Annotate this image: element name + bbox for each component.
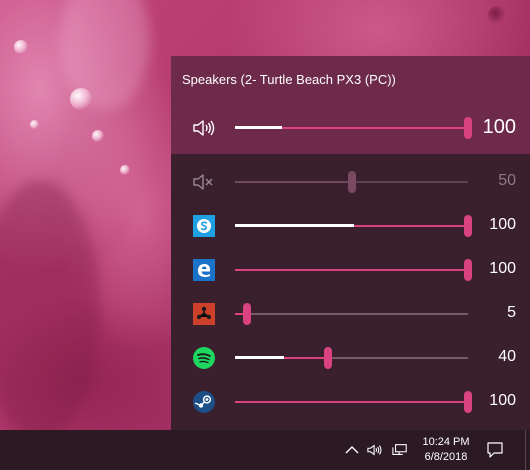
app-volume-row-spotify: 40 <box>171 338 530 378</box>
app-volume-fill <box>235 181 352 183</box>
app-volume-thumb[interactable] <box>464 391 472 413</box>
app-volume-value: 100 <box>489 392 516 409</box>
app-volume-row-edge: 100 <box>171 250 530 290</box>
app-volume-fill <box>235 401 468 403</box>
master-peak-meter <box>235 126 282 129</box>
app-volume-slider-skype[interactable] <box>235 215 472 237</box>
app-volume-thumb[interactable] <box>324 347 333 369</box>
app-peak-meter <box>235 356 284 359</box>
app-volume-slider-edge[interactable] <box>235 259 472 281</box>
clock-time: 10:24 PM <box>422 436 470 448</box>
app-volume-value: 40 <box>498 348 516 365</box>
clock-date: 6/8/2018 <box>424 451 468 463</box>
master-volume-thumb[interactable] <box>464 117 472 139</box>
app-volume-slider-spotify[interactable] <box>235 347 468 369</box>
app-volume-value: 100 <box>489 260 516 277</box>
speaker-volume-icon[interactable] <box>367 442 383 458</box>
speaker-volume-icon[interactable] <box>192 116 216 140</box>
app-volume-fill <box>235 269 468 271</box>
speaker-muted-icon[interactable] <box>192 170 216 194</box>
spotify-icon[interactable] <box>192 346 216 370</box>
app-volume-thumb[interactable] <box>464 259 472 281</box>
app-volume-thumb[interactable] <box>242 303 251 325</box>
edge-icon[interactable] <box>192 258 216 282</box>
app-volume-value: 5 <box>507 304 516 321</box>
master-volume-slider[interactable] <box>235 117 472 139</box>
app-volume-row-skype: 100 <box>171 206 530 246</box>
app-volume-row-rust: 5 <box>171 294 530 334</box>
taskbar: 10:24 PM 6/8/2018 <box>0 430 530 470</box>
show-desktop-button[interactable] <box>525 430 530 470</box>
flyout-header: Speakers (2- Turtle Beach PX3 (PC)) 100 <box>171 56 530 154</box>
app-volume-slider-system-sounds[interactable] <box>235 171 468 193</box>
app-volume-value: 50 <box>498 172 516 189</box>
app-volume-slider-rust[interactable] <box>235 303 468 325</box>
steam-icon[interactable] <box>192 390 216 414</box>
master-volume-value: 100 <box>482 116 516 138</box>
app-volume-thumb[interactable] <box>464 215 472 237</box>
skype-icon[interactable] <box>192 214 216 238</box>
taskbar-clock[interactable]: 10:24 PM 6/8/2018 <box>414 435 478 465</box>
app-volume-thumb[interactable] <box>347 171 356 193</box>
network-icon[interactable] <box>392 442 408 458</box>
app-volume-slider-steam[interactable] <box>235 391 472 413</box>
app-volume-value: 100 <box>489 216 516 233</box>
rust-game-icon[interactable] <box>192 302 216 326</box>
volume-flyout: Speakers (2- Turtle Beach PX3 (PC)) 100 … <box>171 56 530 430</box>
app-volume-row-steam: 100 <box>171 382 530 422</box>
app-volume-row-system-sounds: 50 <box>171 162 530 202</box>
app-peak-meter <box>235 224 354 227</box>
action-center-icon[interactable] <box>486 441 504 459</box>
chevron-up-icon[interactable] <box>344 442 360 458</box>
device-name[interactable]: Speakers (2- Turtle Beach PX3 (PC)) <box>182 72 396 87</box>
master-volume-row: 100 <box>171 108 530 148</box>
